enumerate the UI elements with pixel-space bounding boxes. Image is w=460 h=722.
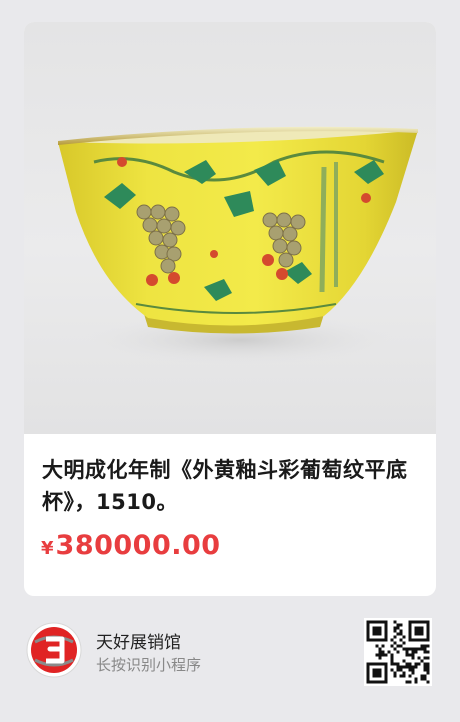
mini-program-footer[interactable]: 天好展销馆 长按识别小程序 — [0, 604, 460, 722]
app-name: 天好展销馆 — [96, 633, 181, 653]
currency-symbol: ¥ — [41, 538, 54, 559]
price-amount: 380000.00 — [55, 530, 221, 561]
scan-hint: 长按识别小程序 — [96, 656, 202, 674]
qr-code-icon — [364, 618, 432, 686]
product-title: 大明成化年制《外黄釉斗彩葡萄纹平底杯》，1510。 — [42, 458, 408, 514]
product-card[interactable]: 大明成化年制《外黄釉斗彩葡萄纹平底杯》，1510。 ¥ 380000.00 — [24, 22, 436, 596]
product-photo — [24, 22, 436, 434]
app-logo-icon — [26, 622, 82, 678]
product-price: ¥ 380000.00 — [41, 530, 221, 561]
